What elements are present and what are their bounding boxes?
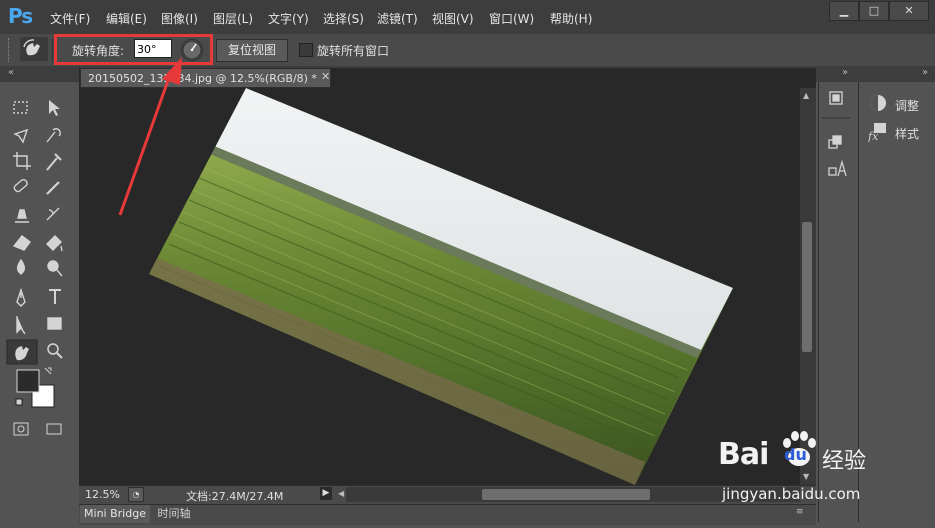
adjustments-icon[interactable] bbox=[868, 93, 888, 113]
tab-close-icon[interactable]: ✕ bbox=[321, 70, 330, 83]
horizontal-scroll-thumb[interactable] bbox=[482, 489, 650, 500]
doc-size-info: 文档:27.4M/27.4M bbox=[186, 490, 284, 503]
history-brush-icon bbox=[46, 207, 60, 221]
status-arrow-icon[interactable]: ▶ bbox=[320, 487, 332, 500]
menu-image[interactable]: 图像(I) bbox=[161, 10, 198, 27]
options-grip[interactable] bbox=[8, 38, 12, 62]
watermark-suffix: 经验 bbox=[822, 449, 867, 474]
default-colors-icon bbox=[15, 398, 23, 406]
menu-file[interactable]: 文件(F) bbox=[50, 10, 90, 27]
eraser-icon bbox=[12, 235, 31, 251]
panel-collapse-icon-2[interactable]: » bbox=[922, 67, 928, 78]
dodge-icon bbox=[47, 260, 59, 272]
screen-mode-icon bbox=[46, 423, 62, 435]
menu-edit[interactable]: 编辑(E) bbox=[106, 10, 147, 27]
path-select-icon bbox=[16, 316, 26, 335]
panel-collapse-icon[interactable]: » bbox=[842, 67, 848, 78]
swap-colors-icon bbox=[44, 367, 52, 375]
menu-type[interactable]: 文字(Y) bbox=[268, 10, 309, 27]
styles-panel-label[interactable]: 样式 bbox=[895, 125, 919, 142]
close-button[interactable]: ✕ bbox=[889, 1, 929, 21]
marquee-icon bbox=[13, 101, 28, 114]
menu-select[interactable]: 选择(S) bbox=[323, 10, 364, 27]
dock-icons bbox=[822, 91, 850, 177]
adjust-panel-label[interactable]: 调整 bbox=[895, 97, 919, 114]
crop-icon bbox=[13, 152, 31, 170]
watermark-brand-du: du bbox=[784, 445, 807, 464]
type-icon bbox=[49, 289, 61, 304]
watermark-brand: Bai bbox=[718, 437, 769, 472]
pen-icon bbox=[16, 287, 26, 307]
menu-window[interactable]: 窗口(W) bbox=[489, 10, 534, 27]
bucket-icon bbox=[46, 235, 63, 252]
foreground-color-swatch bbox=[16, 369, 40, 393]
healing-icon bbox=[13, 178, 28, 193]
move-icon bbox=[49, 100, 60, 116]
styles-icon[interactable]: fx bbox=[868, 122, 888, 142]
app-logo: Ps bbox=[8, 4, 33, 28]
menu-help[interactable]: 帮助(H) bbox=[550, 10, 592, 27]
maximize-button[interactable]: □ bbox=[859, 1, 889, 21]
rotate-all-windows-checkbox[interactable] bbox=[299, 43, 313, 57]
eyedropper-icon bbox=[46, 153, 62, 171]
rectangle-icon bbox=[47, 317, 62, 330]
minimize-button[interactable]: ▁ bbox=[829, 1, 859, 21]
brush-icon bbox=[46, 181, 60, 195]
reset-view-button[interactable]: 复位视图 bbox=[216, 39, 288, 62]
toolbox-collapse-icon[interactable]: « bbox=[8, 67, 14, 78]
lasso-icon bbox=[13, 128, 29, 144]
toolbox-icons bbox=[6, 100, 63, 436]
watermark-url: jingyan.baidu.com bbox=[722, 485, 861, 503]
tab-timeline[interactable]: 时间轴 bbox=[152, 505, 196, 523]
quick-mask-icon bbox=[13, 422, 29, 436]
vertical-scroll-thumb[interactable] bbox=[802, 222, 812, 352]
status-menu-icon[interactable]: ◔ bbox=[128, 487, 144, 502]
baidu-watermark: Bai du 经验 jingyan.baidu.com bbox=[718, 425, 918, 515]
rotate-all-windows-label: 旋转所有窗口 bbox=[317, 44, 390, 58]
zoom-level[interactable]: 12.5% bbox=[85, 488, 120, 501]
tab-mini-bridge[interactable]: Mini Bridge bbox=[80, 505, 150, 523]
character-panel-icon bbox=[828, 167, 837, 176]
annotation-arrow bbox=[118, 57, 182, 216]
menu-layer[interactable]: 图层(L) bbox=[213, 10, 253, 27]
blur-icon bbox=[16, 258, 26, 275]
zoom-icon bbox=[47, 343, 59, 355]
rotate-view-tool-icon[interactable] bbox=[20, 37, 48, 61]
menu-filter[interactable]: 滤镜(T) bbox=[377, 10, 418, 27]
stamp-icon bbox=[15, 209, 29, 223]
svg-text:fx: fx bbox=[868, 130, 879, 142]
quick-select-icon bbox=[46, 128, 61, 143]
menu-view[interactable]: 视图(V) bbox=[432, 10, 474, 27]
